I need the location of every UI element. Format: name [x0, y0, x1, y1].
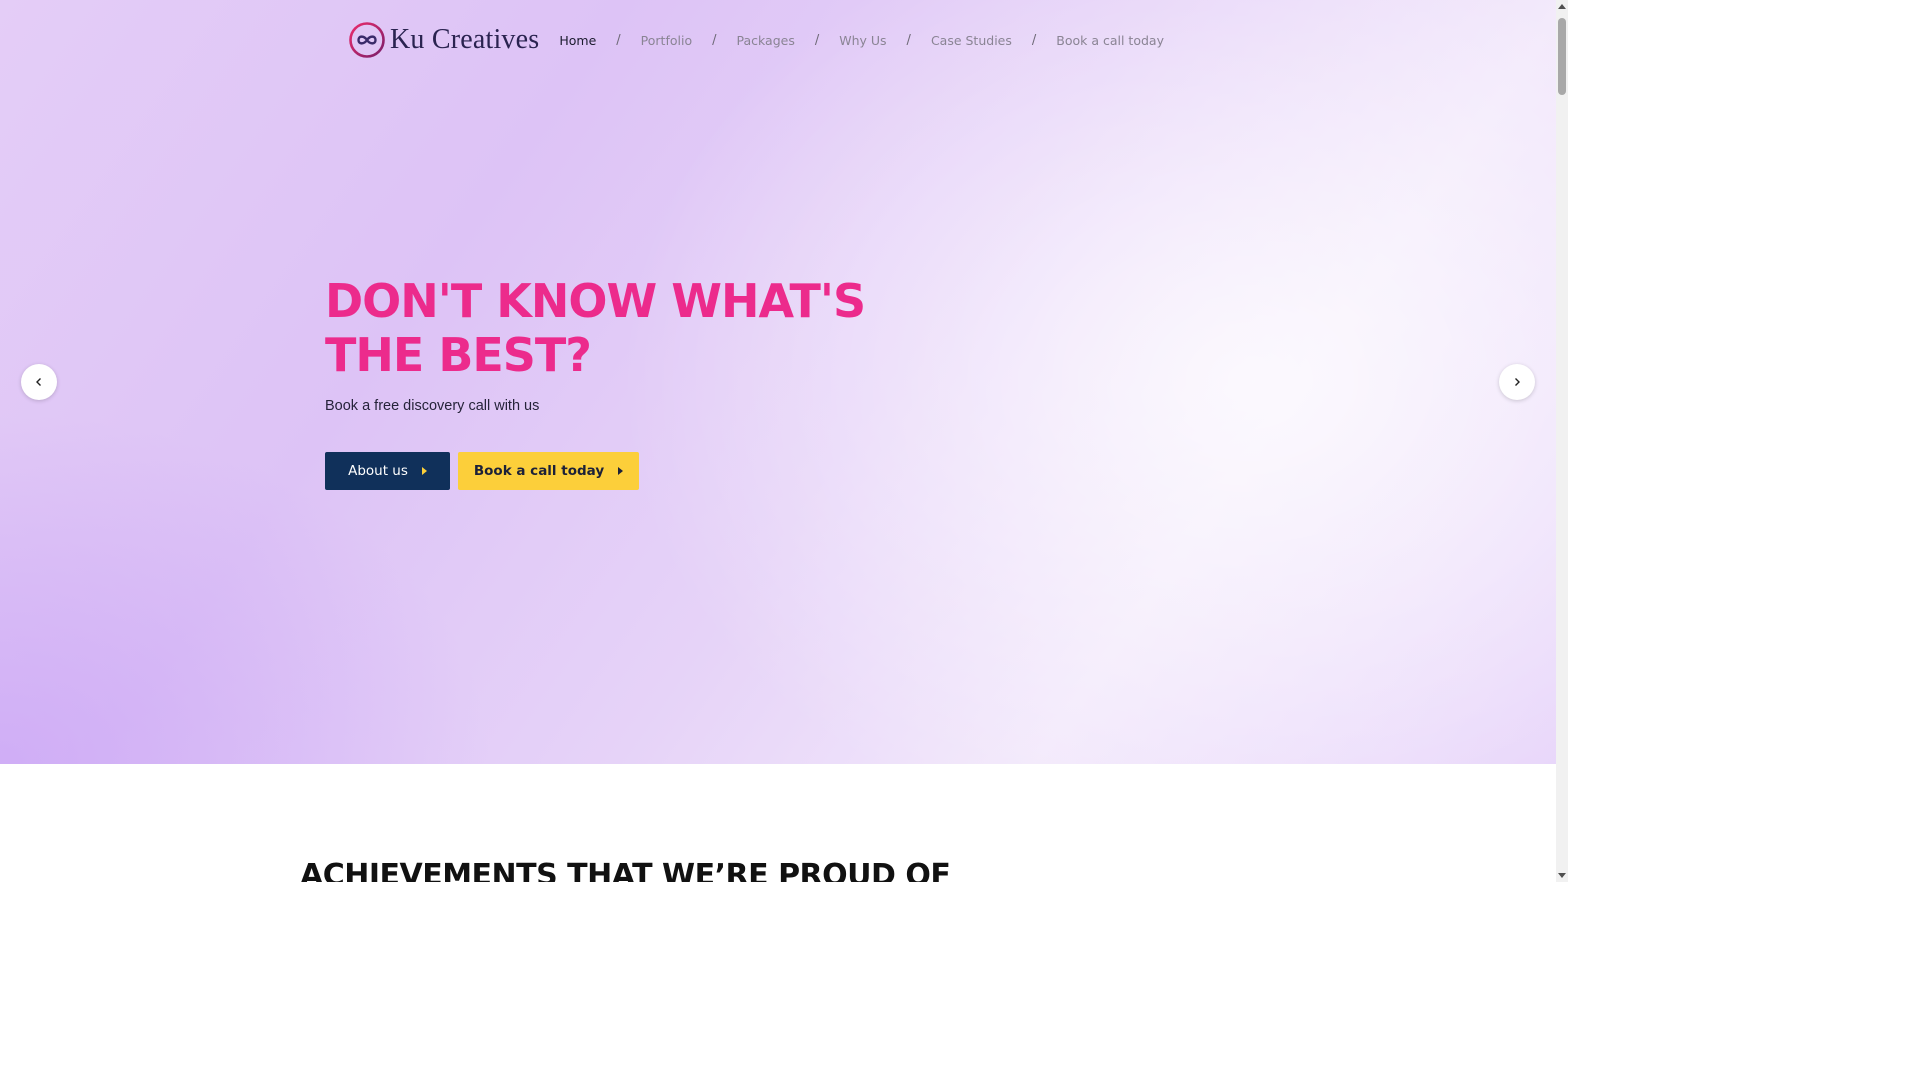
nav-item-home[interactable]: Home	[559, 33, 596, 48]
caret-right-icon	[618, 467, 624, 475]
about-us-button-label: About us	[348, 463, 408, 479]
hero-section	[0, 0, 1556, 764]
achievements-title: ACHIEVEMENTS THAT WE’RE PROUD OF	[300, 858, 951, 882]
nav-separator: /	[616, 32, 621, 48]
hero-title: DON'T KNOW WHAT'S THE BEST?	[325, 274, 866, 382]
about-us-button[interactable]: About us	[325, 452, 450, 490]
hero-subtitle: Book a free discovery call with us	[325, 398, 540, 414]
chevron-right-icon	[1515, 378, 1520, 386]
infinity-ring-icon	[349, 22, 385, 58]
main-nav: Home / Portfolio / Packages / Why Us / C…	[559, 33, 1164, 48]
book-call-button[interactable]: Book a call today	[458, 452, 639, 490]
carousel-prev-button[interactable]	[21, 364, 57, 400]
nav-item-portfolio[interactable]: Portfolio	[641, 33, 692, 48]
nav-separator: /	[906, 32, 911, 48]
nav-item-case-studies[interactable]: Case Studies	[931, 33, 1012, 48]
nav-separator: /	[814, 32, 820, 48]
nav-item-why-us[interactable]: Why Us	[839, 33, 886, 48]
scroll-down-arrow-icon[interactable]	[1558, 873, 1566, 878]
nav-item-book-call[interactable]: Book a call today	[1056, 33, 1164, 48]
page-scrollbar[interactable]	[1556, 0, 1568, 882]
carousel-next-button[interactable]	[1499, 364, 1535, 400]
nav-separator: /	[712, 32, 717, 48]
nav-item-packages[interactable]: Packages	[737, 33, 795, 48]
scroll-thumb[interactable]	[1558, 18, 1566, 95]
caret-right-icon	[421, 467, 427, 475]
scroll-up-arrow-icon[interactable]	[1558, 4, 1566, 9]
nav-separator: /	[1031, 32, 1037, 48]
book-call-button-label: Book a call today	[473, 463, 605, 479]
chevron-left-icon	[36, 378, 41, 386]
logo[interactable]: Ku Creatives	[348, 21, 539, 59]
site-header: Ku Creatives Home / Portfolio / Packages…	[348, 18, 1164, 62]
logo-text: Ku Creatives	[390, 24, 540, 55]
page: Ku Creatives Home / Portfolio / Packages…	[0, 0, 1568, 882]
